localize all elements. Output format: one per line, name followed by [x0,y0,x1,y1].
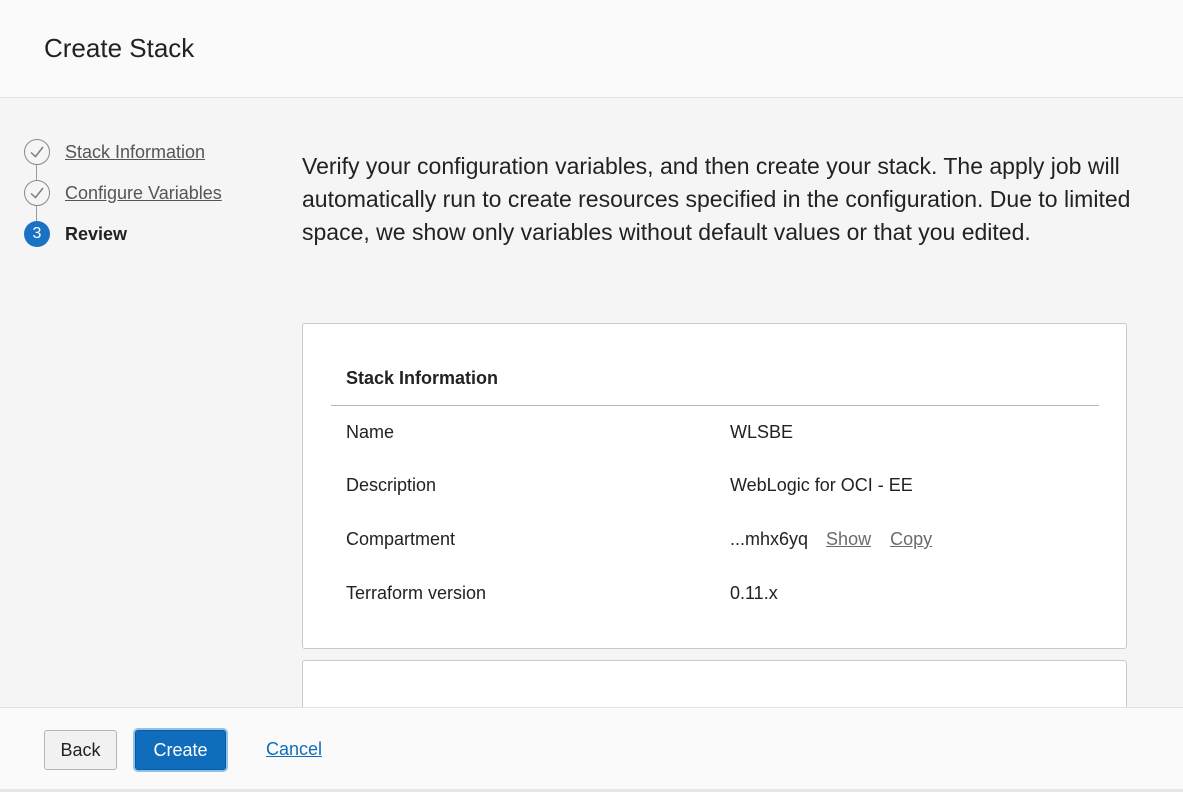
info-key: Description [346,475,437,495]
info-key: Terraform version [346,583,487,603]
info-key: Name [346,422,395,442]
step-label: Review [65,224,128,244]
compartment-ocid-truncated: ...mhx6yq [730,529,809,549]
info-value: WebLogic for OCI - EE [730,475,913,495]
step-review: 3 Review [24,221,274,249]
review-instructions: Verify your configuration variables, and… [302,153,1131,245]
check-circle-icon [24,139,50,165]
stack-information-card: Stack Information Name WLSBE Description… [302,323,1127,649]
step-configure-variables[interactable]: Configure Variables [24,180,274,208]
step-label[interactable]: Stack Information [65,142,205,163]
step-connector [36,165,37,180]
info-value-container: ...mhx6yq Show Copy [730,529,932,550]
info-row-name: Name WLSBE [346,422,1106,446]
show-ocid-link[interactable]: Show [826,529,871,549]
info-value: WLSBE [730,422,794,442]
copy-ocid-link[interactable]: Copy [890,529,932,549]
footer-actions: Back Create Cancel [0,707,1183,792]
info-row-terraform-version: Terraform version 0.11.x [346,583,1106,607]
create-button[interactable]: Create [135,730,226,770]
step-number-badge: 3 [24,221,50,247]
page-header: Create Stack [0,0,1183,98]
info-value: 0.11.x [730,583,778,603]
back-button[interactable]: Back [44,730,117,770]
divider [331,405,1099,406]
step-connector [36,206,37,221]
check-circle-icon [24,180,50,206]
page-title: Create Stack [44,33,195,63]
cancel-link[interactable]: Cancel [266,739,322,760]
step-label[interactable]: Configure Variables [65,183,222,204]
step-stack-information[interactable]: Stack Information [24,139,274,167]
info-row-compartment: Compartment ...mhx6yq Show Copy [346,529,1106,553]
create-stack-page: Create Stack Stack Information Configure… [0,0,1183,792]
info-key: Compartment [346,529,456,549]
info-row-description: Description WebLogic for OCI - EE [346,475,1106,499]
card-heading: Stack Information [346,368,499,388]
